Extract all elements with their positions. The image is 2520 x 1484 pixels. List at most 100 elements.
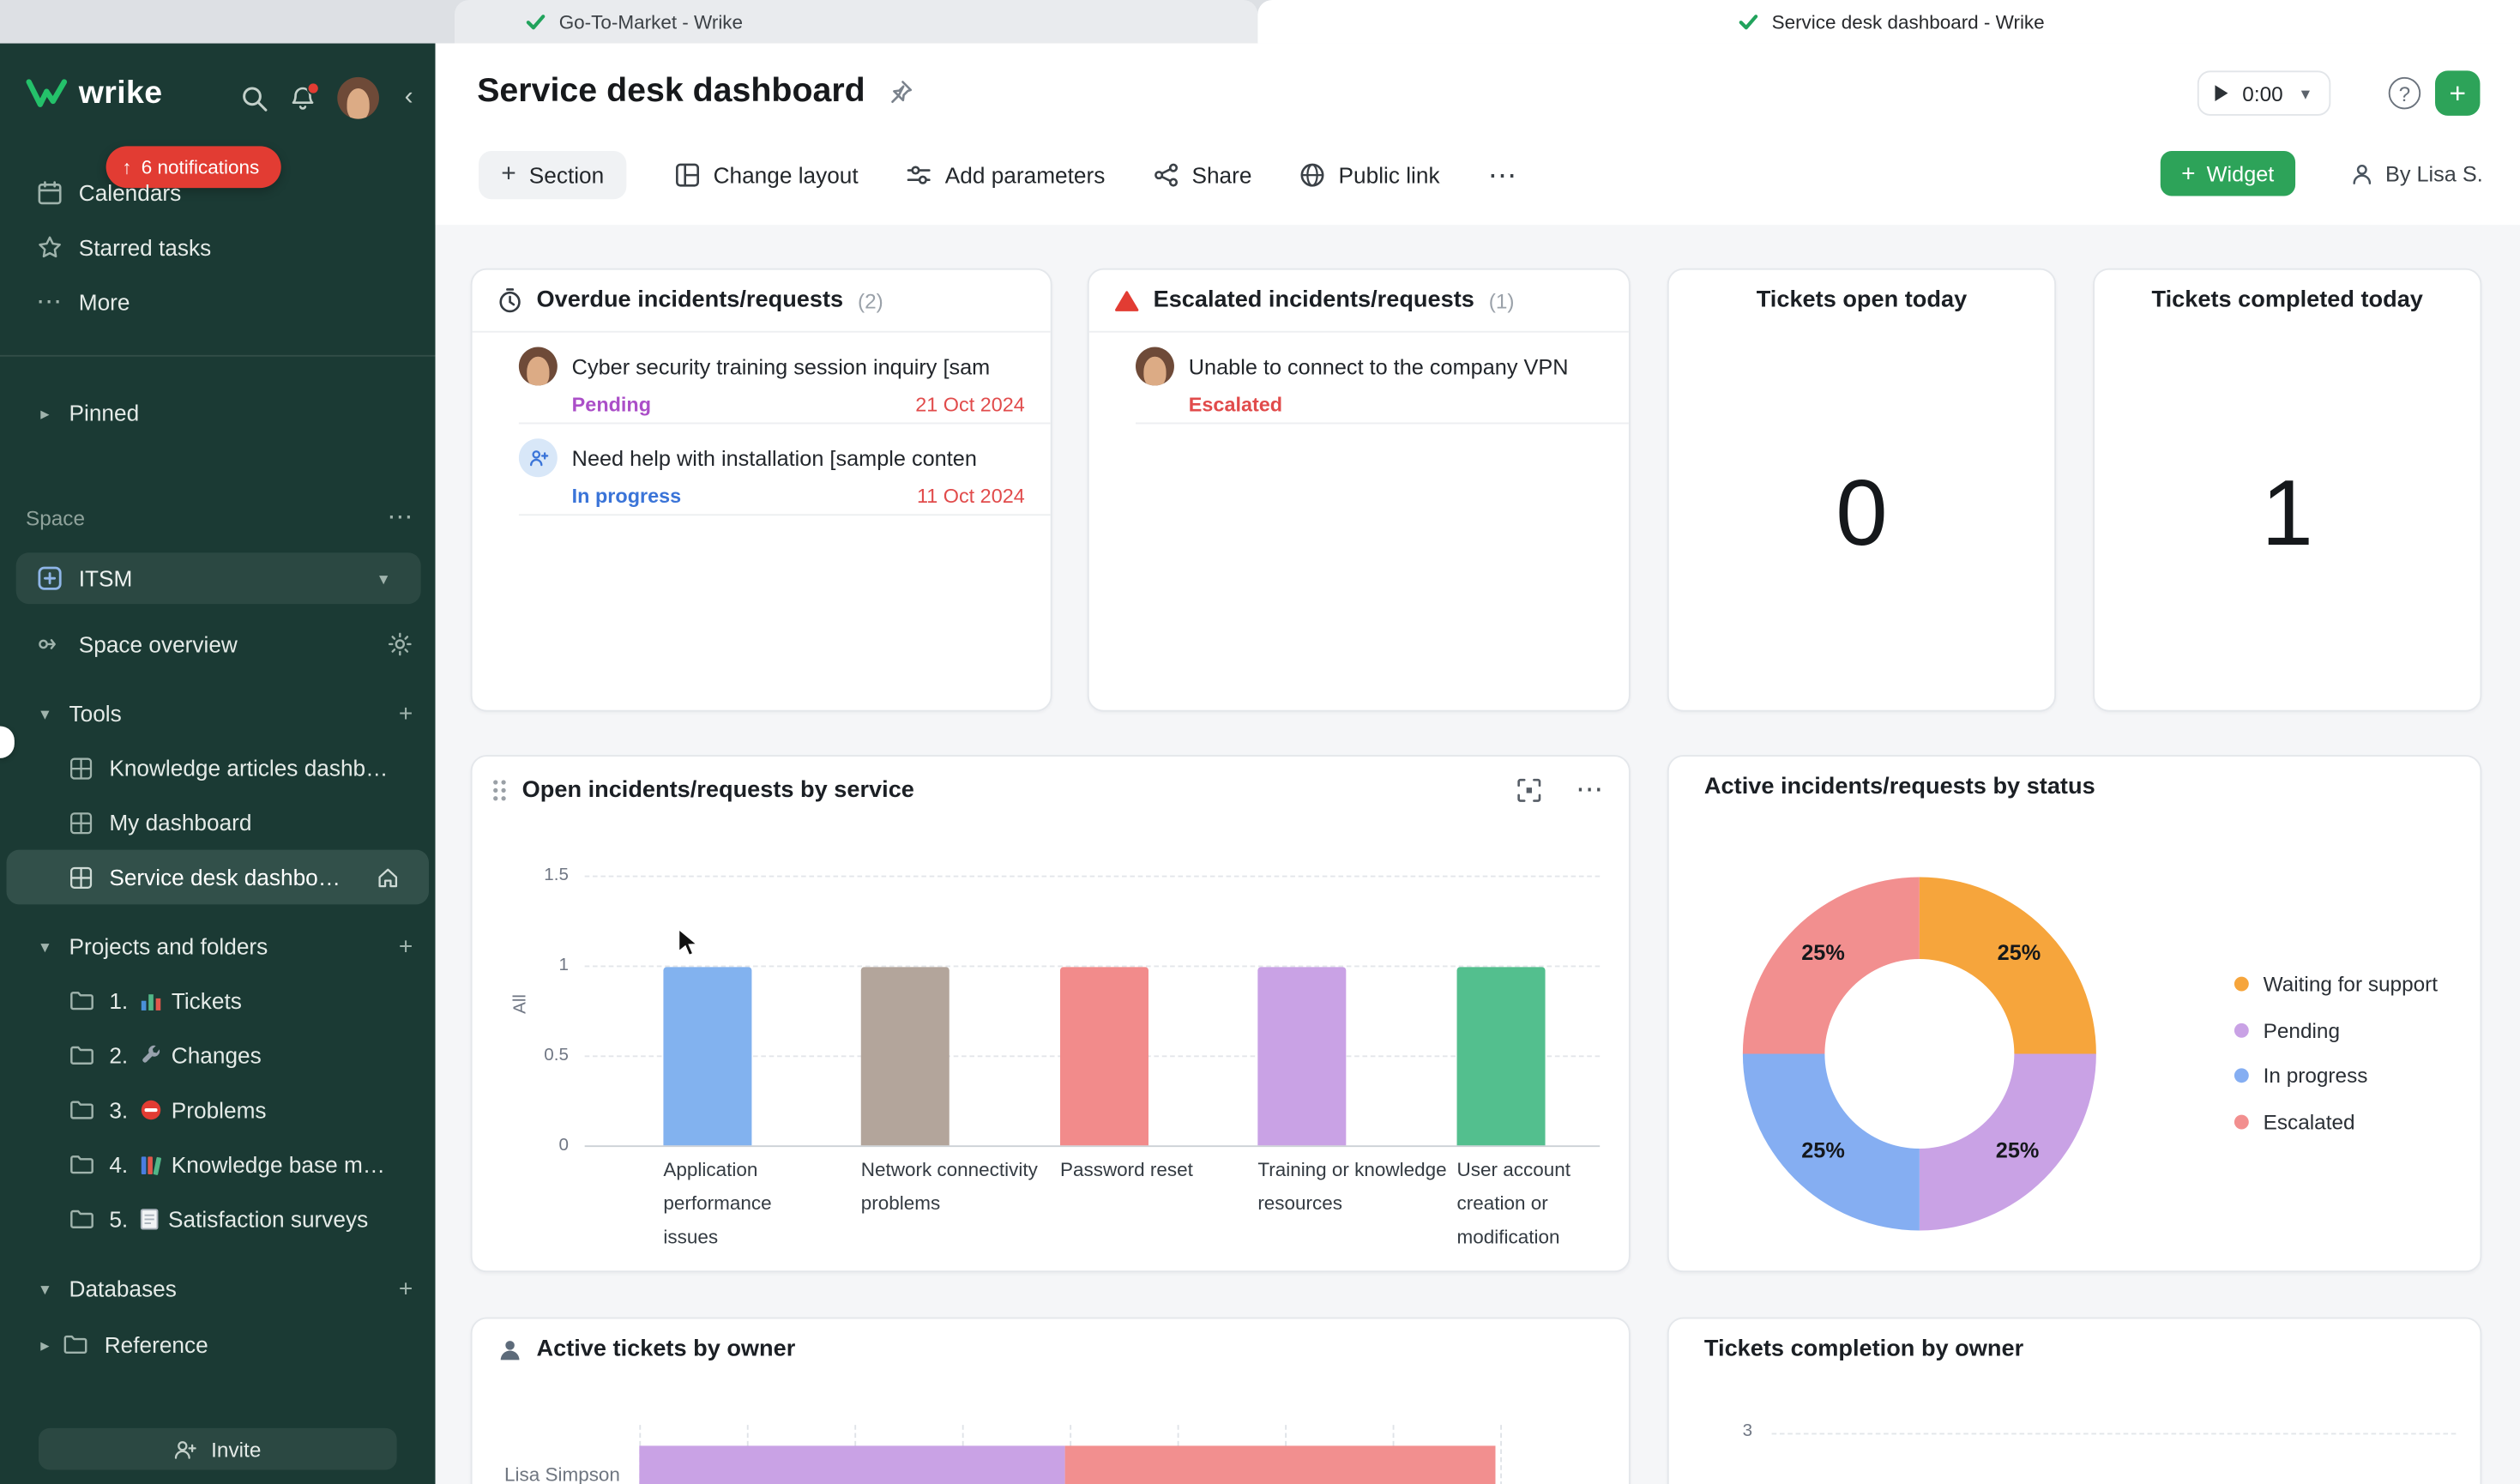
list-item[interactable]: Need help with installation [sample cont…	[519, 424, 1051, 516]
bar-user-account[interactable]	[1457, 967, 1546, 1145]
search-icon[interactable]	[241, 84, 268, 112]
space-selector[interactable]: ITSM ▾	[16, 552, 421, 604]
legend-item: Pending	[2234, 1016, 2340, 1042]
layout-icon	[675, 162, 701, 188]
list-item[interactable]: Unable to connect to the company VPN Esc…	[1136, 333, 1629, 425]
section-label: Section	[529, 162, 604, 188]
legend-label: Escalated	[2264, 1109, 2355, 1133]
sidebar-item-label: Calendars	[79, 180, 182, 206]
sidebar-item-satisfaction-surveys[interactable]: 5. Satisfaction surveys	[0, 1192, 436, 1247]
widget-overdue-incidents: Overdue incidents/requests (2) Cyber sec…	[471, 268, 1052, 712]
space-label: Space	[26, 505, 85, 529]
add-database-icon[interactable]: +	[399, 1275, 413, 1302]
projects-label: Projects and folders	[69, 933, 268, 959]
sidebar-item-problems[interactable]: 3. Problems	[0, 1083, 436, 1137]
widget-title: Open incidents/requests by service	[522, 777, 914, 803]
sidebar-item-starred-tasks[interactable]: Starred tasks	[0, 220, 436, 275]
dashboard-canvas: Overdue incidents/requests (2) Cyber sec…	[436, 225, 2520, 1484]
widget-header[interactable]: Active incidents/requests by status	[1669, 757, 2481, 817]
sidebar-item-reference[interactable]: ▸ Reference	[0, 1318, 436, 1372]
browser-tab-go-to-market[interactable]: Go-To-Market - Wrike	[455, 0, 1257, 44]
add-parameters-button[interactable]: Add parameters	[907, 162, 1105, 188]
sidebar-item-space-overview[interactable]: Space overview	[0, 617, 436, 672]
bar-training-knowledge[interactable]	[1257, 967, 1346, 1145]
sidebar-item-label: More	[79, 289, 130, 315]
legend-dot	[2234, 1114, 2249, 1129]
share-icon	[1154, 162, 1179, 188]
widget-header[interactable]: Overdue incidents/requests (2)	[473, 270, 1051, 333]
collapse-sidebar-icon[interactable]: ‹	[400, 83, 418, 112]
widget-header[interactable]: Tickets open today	[1669, 270, 2054, 331]
byline[interactable]: By Lisa S.	[2350, 151, 2483, 196]
chevron-down-icon: ▾	[35, 1274, 54, 1303]
bar-application-performance[interactable]	[663, 967, 751, 1145]
add-tool-icon[interactable]: +	[399, 700, 413, 727]
wrench-emoji-icon	[139, 1044, 161, 1066]
change-layout-label: Change layout	[714, 162, 859, 188]
browser-tab-service-desk[interactable]: Service desk dashboard - Wrike	[1257, 0, 2520, 44]
donut-chart[interactable]: 25% 25% 25% 25%	[1743, 877, 2096, 1230]
public-link-button[interactable]: Public link	[1300, 162, 1440, 188]
widget-header[interactable]: Escalated incidents/requests (1)	[1089, 270, 1629, 333]
question-icon: ?	[2399, 81, 2411, 106]
share-button[interactable]: Share	[1154, 162, 1252, 188]
sidebar-item-knowledge-base[interactable]: 4. Knowledge base m…	[0, 1137, 436, 1192]
change-layout-button[interactable]: Change layout	[675, 162, 859, 188]
dashboard-title: Service desk dashboard	[477, 72, 865, 111]
invite-button[interactable]: Invite	[39, 1428, 397, 1470]
sidebar-section-projects[interactable]: ▾ Projects and folders +	[0, 919, 436, 974]
clock-icon	[498, 287, 522, 313]
sidebar-item-calendars[interactable]: Calendars	[0, 166, 436, 220]
star-icon	[35, 233, 64, 262]
user-avatar[interactable]	[337, 77, 379, 119]
widget-title: Escalated incidents/requests	[1154, 287, 1474, 313]
toolbar-more-button[interactable]: ⋯	[1488, 158, 1517, 191]
sidebar-section-tools[interactable]: ▾ Tools +	[0, 686, 436, 741]
add-button[interactable]: +	[2435, 70, 2480, 115]
bar-password-reset[interactable]	[1060, 967, 1148, 1145]
play-icon[interactable]	[2214, 83, 2230, 102]
plus-icon: +	[2449, 76, 2466, 110]
sidebar-item-my-dashboard[interactable]: My dashboard	[0, 795, 436, 850]
widget-header[interactable]: Open incidents/requests by service ⋯	[473, 757, 1629, 824]
sidebar-item-knowledge-articles-dashboard[interactable]: Knowledge articles dashb…	[0, 740, 436, 795]
space-overview-label: Space overview	[79, 631, 238, 657]
pin-icon[interactable]	[886, 78, 913, 106]
sidebar-item-more[interactable]: ⋯ More	[0, 274, 436, 329]
add-project-icon[interactable]: +	[399, 932, 413, 960]
sidebar-section-databases[interactable]: ▾ Databases +	[0, 1261, 436, 1316]
chevron-down-icon[interactable]: ▾	[2296, 82, 2315, 103]
add-section-button[interactable]: + Section	[479, 151, 626, 199]
dashboard-grid-icon	[68, 809, 95, 836]
x-label: Network connectivity problems	[861, 1154, 1064, 1222]
widget-menu-icon[interactable]: ⋯	[1576, 775, 1603, 806]
focus-icon[interactable]	[1516, 777, 1542, 803]
drag-handle-icon[interactable]	[491, 779, 508, 801]
sidebar-section-pinned[interactable]: ▸ Pinned	[0, 385, 436, 440]
sidebar-item-service-desk-dashboard[interactable]: Service desk dashbo…	[6, 850, 429, 905]
screen: Go-To-Market - Wrike Service desk dashbo…	[0, 0, 2520, 1484]
add-widget-button[interactable]: + Widget	[2161, 151, 2295, 196]
sidebar-item-changes[interactable]: 2. Changes	[0, 1029, 436, 1083]
widget-header[interactable]: Tickets completed today	[2095, 270, 2480, 331]
sidebar-item-tickets[interactable]: 1. Tickets	[0, 974, 436, 1029]
bell-icon[interactable]	[289, 84, 317, 112]
legend-label: Waiting for support	[2264, 971, 2438, 995]
wrike-logo[interactable]: wrike	[26, 75, 162, 112]
legend-label: Pending	[2264, 1017, 2340, 1041]
owner-bar-segment[interactable]	[1065, 1445, 1496, 1484]
widget-header[interactable]: Active tickets by owner	[473, 1318, 1629, 1379]
sidebar-item-label: Problems	[172, 1097, 267, 1123]
timer-control[interactable]: 0:00 ▾	[2197, 70, 2331, 115]
space-menu-icon[interactable]: ⋯	[387, 501, 413, 533]
bar-network-connectivity[interactable]	[861, 967, 950, 1145]
gear-icon[interactable]	[387, 631, 413, 657]
sidebar-divider	[0, 355, 436, 357]
widget-label: Widget	[2207, 161, 2275, 185]
plus-icon: +	[501, 160, 515, 190]
home-icon[interactable]	[376, 865, 400, 889]
list-item[interactable]: Cyber security training session inquiry …	[519, 333, 1051, 425]
owner-bar-segment[interactable]	[639, 1445, 1064, 1484]
help-button[interactable]: ?	[2389, 77, 2421, 109]
widget-header[interactable]: Tickets completion by owner	[1669, 1318, 2481, 1379]
